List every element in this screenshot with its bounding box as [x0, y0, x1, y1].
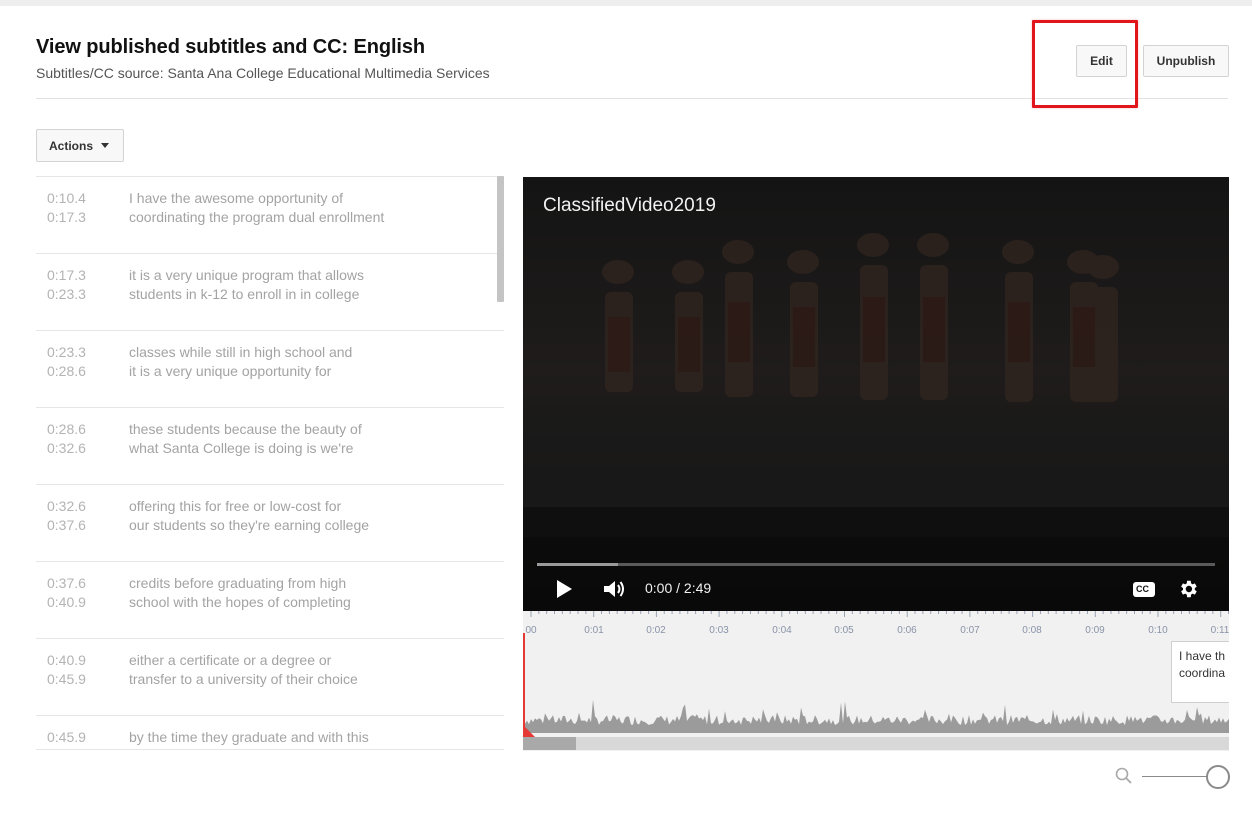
- transcript-cue[interactable]: 0:10.4 0:17.3 I have the awesome opportun…: [36, 177, 504, 254]
- waveform-timeline[interactable]: 00 0:01 0:02 0:03 0:04 0:05 0:06 0:07 0:…: [523, 611, 1229, 751]
- transcript-cue[interactable]: 0:40.9 0:45.9 either a certificate or a d…: [36, 639, 504, 716]
- zoom-slider-handle[interactable]: [1206, 765, 1230, 789]
- transcript-cue[interactable]: 0:45.9 by the time they graduate and wit…: [36, 716, 504, 749]
- cue-text-line: it is a very unique program that allows: [129, 267, 364, 283]
- actions-dropdown-button[interactable]: Actions: [36, 129, 124, 162]
- unpublish-button[interactable]: Unpublish: [1143, 45, 1229, 77]
- cue-text-line: credits before graduating from high: [129, 575, 347, 591]
- cue-text-line: what Santa College is doing is we're: [129, 440, 354, 456]
- transcript-cue[interactable]: 0:32.6 0:37.6 offering this for free or l…: [36, 485, 504, 562]
- transcript-cue[interactable]: 0:17.3 0:23.3 it is a very unique program…: [36, 254, 504, 331]
- cue-start-time: 0:45.9: [47, 729, 86, 745]
- tick-label: 0:04: [772, 625, 792, 636]
- cue-end-time: 0:37.6: [47, 517, 86, 533]
- cue-start-time: 0:10.4: [47, 190, 86, 206]
- zoom-slider-track[interactable]: [1142, 776, 1208, 777]
- video-progress-bar[interactable]: [537, 563, 1215, 566]
- play-icon[interactable]: [557, 580, 572, 598]
- cue-start-time: 0:40.9: [47, 652, 86, 668]
- cue-text-line: transfer to a university of their choice: [129, 671, 358, 687]
- cue-start-time: 0:23.3: [47, 344, 86, 360]
- tick-label: 0:10: [1148, 625, 1168, 636]
- cue-text-line: offering this for free or low-cost for: [129, 498, 342, 514]
- video-player[interactable]: ClassifiedVideo2019 0:00 / 2:49 CC: [523, 177, 1229, 611]
- cc-icon[interactable]: CC: [1133, 582, 1155, 597]
- transcript-cue[interactable]: 0:23.3 0:28.6 classes while still in high…: [36, 331, 504, 408]
- tick-label: 0:11: [1210, 625, 1229, 636]
- transcript-cue[interactable]: 0:28.6 0:32.6 these students because the …: [36, 408, 504, 485]
- cue-text-line: I have the awesome opportunity of: [129, 190, 344, 206]
- tick-label: 0:02: [646, 625, 666, 636]
- cue-end-time: 0:23.3: [47, 286, 86, 302]
- cue-start-time: 0:32.6: [47, 498, 86, 514]
- tick-label: 0:09: [1085, 625, 1105, 636]
- cue-text-line: it is a very unique opportunity for: [129, 363, 332, 379]
- audio-waveform: [523, 699, 1229, 733]
- playhead-marker[interactable]: [523, 725, 535, 737]
- tick-label: 0:03: [709, 625, 729, 636]
- tick-label: 0:06: [897, 625, 917, 636]
- tick-label: 0:07: [960, 625, 980, 636]
- transcript-scrollbar-thumb[interactable]: [497, 176, 504, 302]
- cue-preview-box[interactable]: I have th coordina: [1171, 641, 1229, 703]
- tick-label: 0:08: [1022, 625, 1042, 636]
- cue-text-line: these students because the beauty of: [129, 421, 362, 437]
- caret-down-icon: [101, 143, 110, 148]
- cue-text-line: by the time they graduate and with this: [129, 729, 369, 745]
- video-title: ClassifiedVideo2019: [543, 195, 716, 216]
- cue-end-time: 0:40.9: [47, 594, 86, 610]
- timeline-scrollbar-thumb[interactable]: [523, 737, 576, 750]
- cc-label: CC: [1136, 584, 1149, 594]
- search-icon: [1115, 767, 1132, 784]
- cue-text-line: either a certificate or a degree or: [129, 652, 332, 668]
- transcript-cue[interactable]: 0:37.6 0:40.9 credits before graduating f…: [36, 562, 504, 639]
- cue-end-time: 0:45.9: [47, 671, 86, 687]
- video-frame: [523, 177, 1229, 611]
- video-progress-fill: [537, 563, 619, 566]
- top-strip: [0, 0, 1252, 6]
- cue-end-time: 0:28.6: [47, 363, 86, 379]
- tick-label: 0:01: [584, 625, 604, 636]
- transcript-list[interactable]: 0:10.4 0:17.3 I have the awesome opportun…: [36, 176, 504, 750]
- cue-text-line: our students so they're earning college: [129, 517, 370, 533]
- gear-icon[interactable]: [1177, 578, 1199, 600]
- volume-icon[interactable]: [603, 579, 627, 599]
- cue-preview-line: I have th: [1179, 649, 1226, 663]
- cue-preview-line: coordina: [1179, 666, 1226, 680]
- timeline-scrollbar[interactable]: [523, 737, 1229, 750]
- timeline-ruler: [530, 611, 1229, 617]
- cue-end-time: 0:17.3: [47, 209, 86, 225]
- header-divider: [36, 98, 1228, 99]
- cue-end-time: 0:32.6: [47, 440, 86, 456]
- page-subtitle: Subtitles/CC source: Santa Ana College E…: [36, 65, 490, 81]
- cue-text-line: school with the hopes of completing: [129, 594, 351, 610]
- cue-text-line: students in k-12 to enroll in in college: [129, 286, 360, 302]
- cue-text-line: coordinating the program dual enrollment: [129, 209, 385, 225]
- page-title: View published subtitles and CC: English: [36, 36, 426, 58]
- actions-label: Actions: [49, 138, 94, 153]
- cue-start-time: 0:17.3: [47, 267, 86, 283]
- cue-start-time: 0:28.6: [47, 421, 86, 437]
- transcript-scrollbar[interactable]: [497, 176, 504, 750]
- edit-button[interactable]: Edit: [1076, 45, 1127, 77]
- tick-label: 00: [525, 625, 537, 636]
- cue-text-line: classes while still in high school and: [129, 344, 353, 360]
- time-readout: 0:00 / 2:49: [645, 580, 712, 596]
- cue-start-time: 0:37.6: [47, 575, 86, 591]
- tick-label: 0:05: [834, 625, 854, 636]
